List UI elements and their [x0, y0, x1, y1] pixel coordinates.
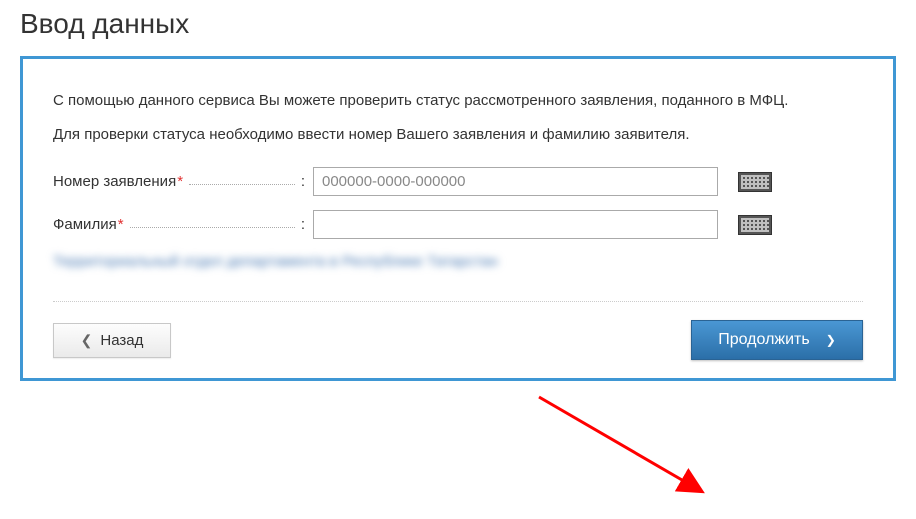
blurred-text: Территориальный отдел департамента в Рес…: [53, 253, 498, 270]
button-row: ❮ Назад Продолжить ❯: [53, 301, 863, 360]
intro-text: С помощью данного сервиса Вы можете пров…: [53, 89, 863, 112]
chevron-left-icon: ❮: [81, 332, 93, 349]
form-panel: С помощью данного сервиса Вы можете пров…: [20, 56, 896, 381]
continue-label: Продолжить: [718, 331, 809, 349]
dotted-leader: [130, 227, 295, 228]
blurred-link: Территориальный отдел департамента в Рес…: [53, 253, 863, 271]
annotation-arrow-icon: [531, 389, 751, 519]
required-marker: *: [177, 173, 183, 190]
label-surname: Фамилия* :: [53, 216, 313, 233]
label-text: Номер заявления: [53, 173, 176, 190]
chevron-right-icon: ❯: [826, 333, 836, 347]
application-number-input[interactable]: [313, 167, 718, 196]
row-application-number: Номер заявления* :: [53, 167, 863, 196]
back-label: Назад: [100, 332, 143, 349]
back-button[interactable]: ❮ Назад: [53, 323, 171, 358]
subtitle-text: Для проверки статуса необходимо ввести н…: [53, 126, 863, 143]
row-surname: Фамилия* :: [53, 210, 863, 239]
label-application-number: Номер заявления* :: [53, 173, 313, 190]
page-title: Ввод данных: [0, 0, 916, 56]
continue-button[interactable]: Продолжить ❯: [691, 320, 863, 360]
dotted-leader: [189, 184, 295, 185]
keyboard-icon[interactable]: [738, 215, 772, 235]
keyboard-icon[interactable]: [738, 172, 772, 192]
label-text: Фамилия: [53, 216, 117, 233]
colon: :: [301, 173, 305, 190]
surname-input[interactable]: [313, 210, 718, 239]
colon: :: [301, 216, 305, 233]
required-marker: *: [118, 216, 124, 233]
